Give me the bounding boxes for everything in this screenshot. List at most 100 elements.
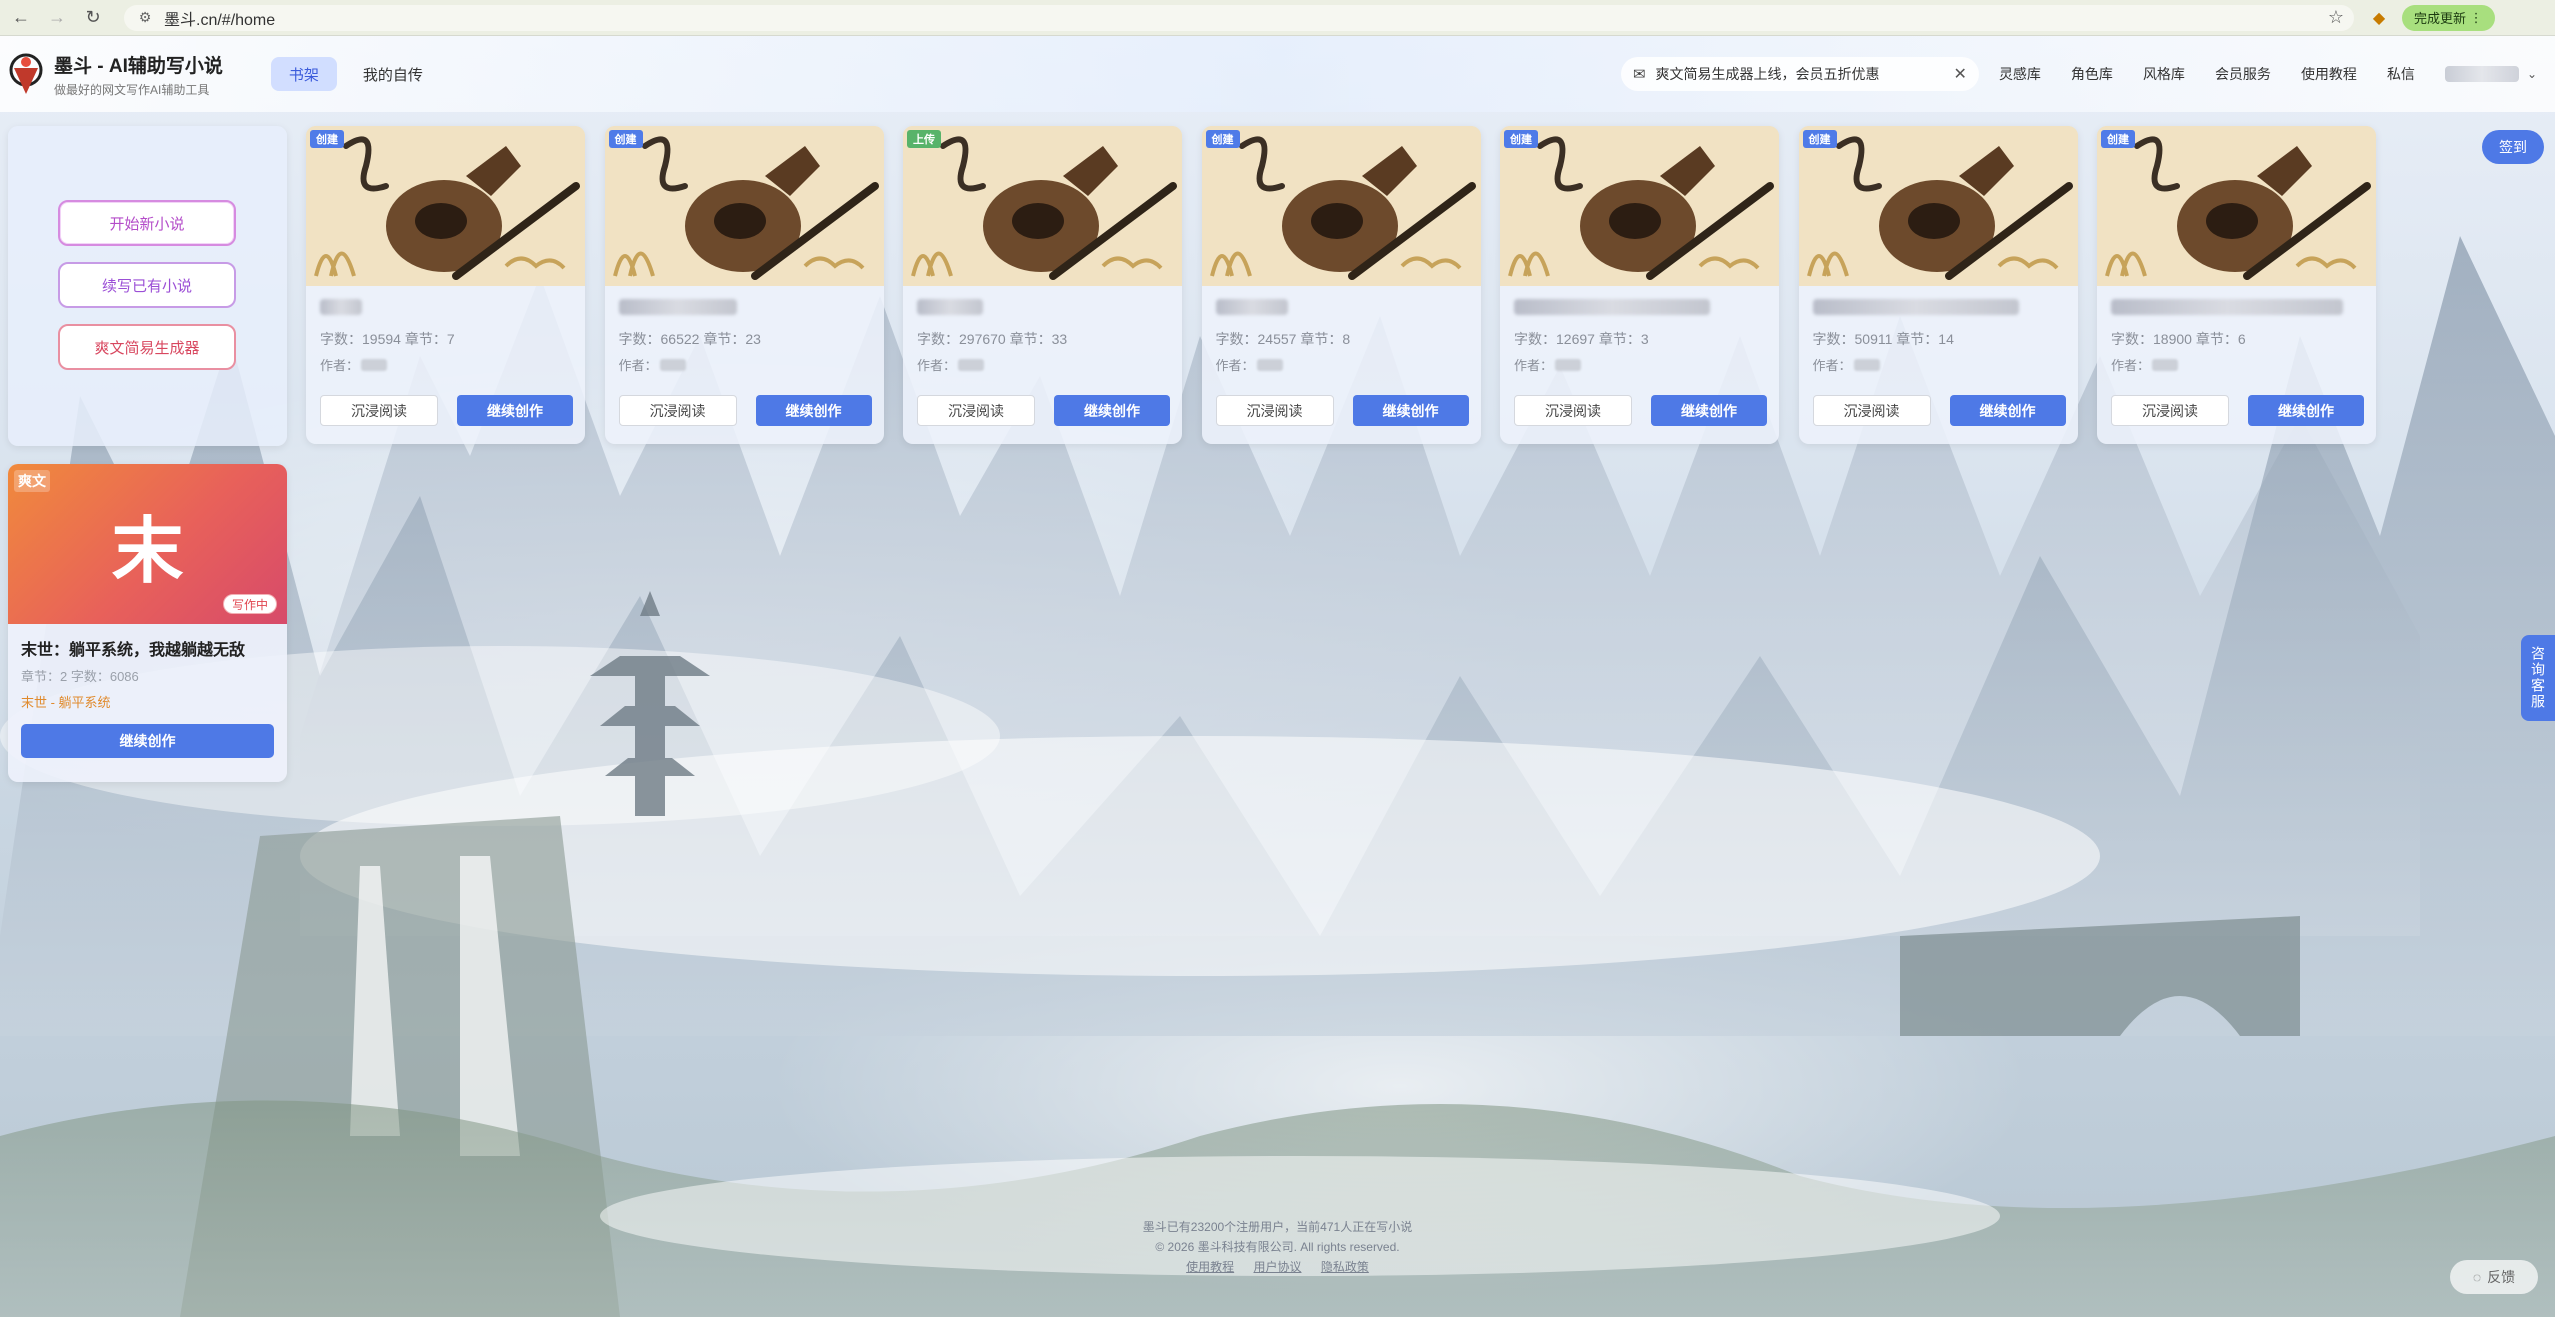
footer-link-agreement[interactable]: 用户协议 (1253, 1260, 1301, 1274)
reload-icon[interactable]: ↻ (78, 3, 108, 33)
brand[interactable]: 墨斗 - AI辅助写小说 做最好的网文写作AI辅助工具 (54, 51, 223, 98)
book-badge: 创建 (1205, 130, 1240, 148)
novel-stats: 章节：2 字数：6086 (21, 669, 139, 684)
immersive-read-button[interactable]: 沉浸阅读 (2111, 395, 2229, 426)
update-button[interactable]: 完成更新 ⋮ (2402, 4, 2495, 31)
app-header: 墨斗 - AI辅助写小说 做最好的网文写作AI辅助工具 书架 我的自传 ✉ 爽文… (0, 36, 2555, 112)
user-name-blurred[interactable] (2444, 66, 2519, 82)
continue-writing-button[interactable]: 继续创作 (457, 395, 573, 426)
ink-pot-illustration (1798, 126, 2078, 286)
book-card[interactable]: 创建 字数：66522 章节：23 作者： 沉浸阅读 继续创作 (604, 126, 884, 444)
ink-pot-illustration (306, 126, 585, 286)
book-badge: 创建 (310, 130, 344, 148)
immersive-read-button[interactable]: 沉浸阅读 (618, 395, 737, 426)
author-label: 作者： (320, 358, 360, 373)
ink-pot-illustration (2097, 126, 2376, 286)
novel-card[interactable]: 末 爽文 写作中 末世：躺平系统，我越躺越无敌 章节：2 字数：6086 末世 … (8, 464, 287, 782)
book-title-blurred (2111, 299, 2343, 315)
brand-title: 墨斗 - AI辅助写小说 (54, 55, 223, 77)
author-name-blurred (1256, 358, 1283, 371)
continue-writing-button[interactable]: 继续创作 (1949, 395, 2066, 426)
author-label: 作者： (917, 358, 957, 373)
book-card[interactable]: 创建 字数：50911 章节：14 作者： 沉浸阅读 继续创作 (1798, 126, 2078, 444)
novel-title: 末世：躺平系统，我越躺越无敌 (21, 642, 246, 659)
tab-bookshelf[interactable]: 书架 (270, 57, 337, 91)
immersive-read-button[interactable]: 沉浸阅读 (917, 395, 1035, 426)
book-stats: 字数：66522 章节：23 (618, 331, 761, 347)
forward-icon[interactable]: → (42, 3, 72, 33)
continue-writing-button[interactable]: 继续创作 (2248, 395, 2364, 426)
novel-genre: 末世 - 躺平系统 (21, 695, 111, 710)
book-stats: 字数：24557 章节：8 (1215, 331, 1351, 347)
book-card[interactable]: 创建 字数：12697 章节：3 作者： 沉浸阅读 继续创作 (1500, 126, 1779, 444)
notice-banner[interactable]: ✉ 爽文简易生成器上线，会员五折优惠 ✕ (1620, 57, 1979, 91)
continue-novel-button[interactable]: 续写已有小说 (58, 262, 236, 308)
book-cover[interactable] (1798, 126, 2078, 286)
novel-continue-button[interactable]: 继续创作 (21, 724, 274, 758)
book-cover[interactable] (903, 126, 1182, 286)
author-name-blurred (2152, 358, 2179, 371)
book-cover[interactable] (1201, 126, 1481, 286)
continue-writing-button[interactable]: 继续创作 (755, 395, 872, 426)
book-card[interactable]: 上传 字数：297670 章节：33 作者： 沉浸阅读 继续创作 (903, 126, 1182, 444)
menu-characters[interactable]: 角色库 (2071, 64, 2113, 84)
book-author: 作者： (320, 355, 388, 374)
book-title-blurred (917, 299, 983, 315)
immersive-read-button[interactable]: 沉浸阅读 (1514, 395, 1632, 426)
book-card[interactable]: 创建 字数：19594 章节：7 作者： 沉浸阅读 继续创作 (306, 126, 585, 444)
footer-link-privacy[interactable]: 隐私政策 (1321, 1260, 1369, 1274)
menu-messages[interactable]: 私信 (2387, 64, 2415, 84)
bookmark-star-icon[interactable]: ☆ (2328, 7, 2344, 28)
immersive-read-button[interactable]: 沉浸阅读 (320, 395, 438, 426)
book-cover[interactable] (1500, 126, 1779, 286)
ink-pot-illustration (604, 126, 884, 286)
menu-styles[interactable]: 风格库 (2143, 64, 2185, 84)
book-badge: 创建 (1504, 130, 1538, 148)
immersive-read-button[interactable]: 沉浸阅读 (1215, 395, 1334, 426)
extension-icon[interactable]: ◆ (2368, 7, 2390, 29)
back-icon[interactable]: ← (6, 3, 36, 33)
footer-stats: 墨斗已有23200个注册用户，当前471人正在写小说 (1142, 1220, 1413, 1234)
footer-link-tutorial[interactable]: 使用教程 (1186, 1260, 1234, 1274)
logo-icon (9, 53, 43, 94)
book-card[interactable]: 创建 字数：24557 章节：8 作者： 沉浸阅读 继续创作 (1201, 126, 1481, 444)
author-name-blurred (1555, 358, 1582, 371)
continue-writing-button[interactable]: 继续创作 (1054, 395, 1170, 426)
book-author: 作者： (1514, 355, 1582, 374)
mail-icon: ✉ (1632, 66, 1646, 83)
customer-service-button[interactable]: 咨询客服 (2521, 635, 2555, 721)
book-cover[interactable] (604, 126, 884, 286)
book-title-blurred (320, 299, 362, 315)
site-settings-icon[interactable]: ⚙ (136, 9, 154, 27)
new-novel-button[interactable]: 开始新小说 (58, 200, 236, 246)
url-text: 墨斗.cn/#/home (164, 11, 276, 29)
continue-writing-button[interactable]: 继续创作 (1352, 395, 1469, 426)
book-stats: 字数：50911 章节：14 (1812, 331, 1954, 347)
address-bar[interactable]: ⚙ 墨斗.cn/#/home ☆ (124, 4, 2354, 31)
book-cover[interactable] (2097, 126, 2376, 286)
menu-membership[interactable]: 会员服务 (2215, 64, 2271, 84)
tab-autobiography[interactable]: 我的自传 (345, 57, 441, 91)
book-card[interactable]: 创建 字数：18900 章节：6 作者： 沉浸阅读 继续创作 (2097, 126, 2376, 444)
novel-genre-tag: 爽文 (14, 470, 50, 492)
generator-button[interactable]: 爽文简易生成器 (58, 324, 236, 370)
book-cover[interactable] (306, 126, 585, 286)
update-label: 完成更新 (2414, 11, 2467, 26)
book-stats: 字数：18900 章节：6 (2111, 331, 2246, 347)
book-stats: 字数：297670 章节：33 (917, 331, 1068, 347)
close-icon[interactable]: ✕ (1954, 64, 1967, 84)
ink-pot-illustration (1201, 126, 1481, 286)
signin-button[interactable]: 签到 (2482, 130, 2544, 164)
author-label: 作者： (1215, 358, 1255, 373)
immersive-read-button[interactable]: 沉浸阅读 (1812, 395, 1931, 426)
book-badge: 创建 (1802, 130, 1837, 148)
book-stats: 字数：19594 章节：7 (320, 331, 455, 347)
continue-writing-button[interactable]: 继续创作 (1651, 395, 1767, 426)
action-panel: 开始新小说 续写已有小说 爽文简易生成器 (8, 126, 287, 446)
menu-tutorial[interactable]: 使用教程 (2301, 64, 2357, 84)
menu-inspiration[interactable]: 灵感库 (1999, 64, 2041, 84)
footer-links: 使用教程 用户协议 隐私政策 (0, 1257, 2555, 1277)
author-name-blurred (361, 358, 388, 371)
chevron-down-icon[interactable]: ⌄ (2527, 67, 2537, 81)
author-name-blurred (659, 358, 686, 371)
